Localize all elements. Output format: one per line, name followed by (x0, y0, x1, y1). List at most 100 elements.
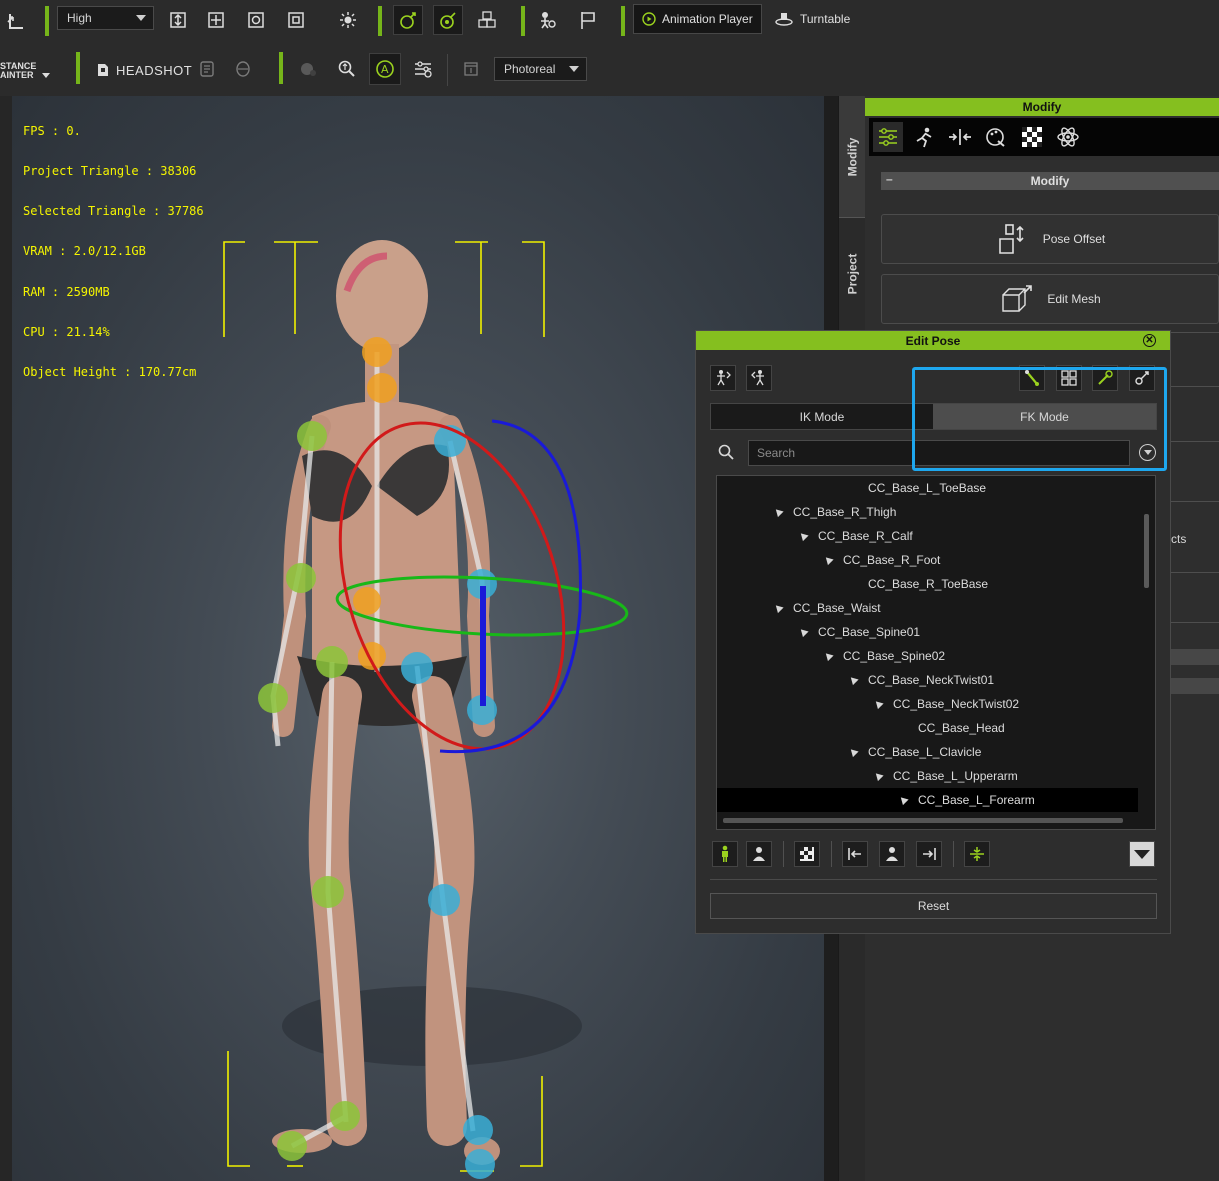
project-home-icon[interactable] (2, 7, 30, 35)
tab-project[interactable]: Project (839, 218, 866, 330)
tree-row[interactable]: CC_Base_L_Forearm (717, 788, 1138, 812)
animation-player-button[interactable]: Animation Player (633, 4, 762, 34)
expand-triangle-icon[interactable] (822, 649, 834, 661)
modify-icon-bar (869, 118, 1219, 156)
panel-divider (1167, 501, 1219, 502)
toolbar-separator (521, 6, 525, 36)
render-mode-value: Photoreal (504, 62, 556, 76)
auto-pose-icon[interactable]: A (369, 53, 401, 85)
turntable-button[interactable]: Turntable (766, 4, 858, 34)
expand-triangle-icon[interactable] (872, 769, 884, 781)
headshot-label: HEADSHOT (116, 62, 193, 78)
tree-row[interactable]: CC_Base_NeckTwist02 (717, 692, 1138, 716)
panel-divider (1167, 386, 1219, 387)
search-options-button[interactable] (1139, 444, 1156, 461)
material-palette-icon[interactable] (981, 122, 1011, 152)
tree-row[interactable]: CC_Base_Spine01 (717, 620, 1138, 644)
texture-checker-icon[interactable] (1017, 122, 1047, 152)
expand-triangle-icon[interactable] (847, 673, 859, 685)
collapsed-section[interactable] (1167, 678, 1219, 694)
rotate-view-icon[interactable] (242, 6, 270, 34)
expand-triangle-icon[interactable] (772, 601, 784, 613)
close-icon[interactable]: ✕ (1143, 334, 1156, 347)
tree-row[interactable]: CC_Base_Head (717, 716, 1138, 740)
tree-row[interactable]: CC_Base_Spine02 (717, 644, 1138, 668)
expand-triangle-icon[interactable] (772, 505, 784, 517)
pose-offset-button[interactable]: Pose Offset (881, 214, 1219, 264)
view-gizmo-icon[interactable] (433, 5, 463, 35)
tree-row[interactable]: CC_Base_R_Calf (717, 524, 1138, 548)
mirror-to-right-icon[interactable] (916, 841, 942, 867)
expand-triangle-icon[interactable] (897, 793, 909, 805)
modify-settings-icon[interactable] (873, 122, 903, 152)
quality-select[interactable]: High (57, 6, 154, 30)
pose-mirror-left-icon[interactable] (710, 365, 736, 391)
expand-triangle-icon[interactable] (797, 625, 809, 637)
tree-row[interactable]: CC_Base_R_Foot (717, 548, 1138, 572)
settings-sliders-icon[interactable] (409, 55, 437, 83)
align-icon[interactable] (945, 122, 975, 152)
head-icon[interactable] (229, 55, 257, 83)
expand-triangle-icon[interactable] (872, 697, 884, 709)
fit-height-icon[interactable] (164, 6, 192, 34)
effector-icon[interactable] (1092, 365, 1118, 391)
chevron-down-icon[interactable] (42, 73, 50, 78)
full-body-icon[interactable] (712, 841, 738, 867)
face-scan-icon[interactable] (193, 55, 221, 83)
edit-mesh-button[interactable]: Edit Mesh (881, 274, 1219, 324)
vertical-scrollbar[interactable] (1144, 514, 1149, 588)
pose-offset-label: Pose Offset (1042, 232, 1106, 246)
page-icon[interactable] (457, 55, 485, 83)
tree-row[interactable]: CC_Base_L_Clavicle (717, 740, 1138, 764)
mirror-pose-icon[interactable] (879, 841, 905, 867)
tree-row-label: CC_Base_Spine02 (843, 649, 946, 663)
transform-gizmo-icon[interactable] (393, 5, 423, 35)
motion-icon[interactable] (909, 122, 939, 152)
physics-atom-icon[interactable] (1053, 122, 1083, 152)
texture-pose-icon[interactable] (794, 841, 820, 867)
toolbar-separator (783, 841, 784, 867)
instance-painter-button[interactable]: STANCE AINTER (0, 62, 36, 80)
bone-pick-icon[interactable] (1019, 365, 1045, 391)
tree-row-label: CC_Base_L_Forearm (918, 793, 1035, 807)
upper-body-icon[interactable] (746, 841, 772, 867)
bone-settings-icon[interactable] (1129, 365, 1155, 391)
collapsed-section[interactable] (1167, 649, 1219, 665)
cubes-icon[interactable] (473, 6, 501, 34)
expand-triangle-icon[interactable] (797, 529, 809, 541)
expand-options-icon[interactable] (1129, 841, 1155, 867)
toolbar-separator (621, 6, 625, 36)
toolbar-separator (279, 52, 283, 84)
tab-modify[interactable]: Modify (839, 96, 866, 218)
reset-button[interactable]: Reset (710, 893, 1157, 919)
render-mode-select[interactable]: Photoreal (494, 57, 587, 81)
edit-pose-title-bar[interactable]: Edit Pose ✕ (696, 331, 1170, 350)
tree-row[interactable]: CC_Base_NeckTwist01 (717, 668, 1138, 692)
tree-row[interactable]: CC_Base_Waist (717, 596, 1138, 620)
quality-select-value: High (67, 11, 92, 25)
tab-fk-mode[interactable]: FK Mode (933, 404, 1156, 429)
center-align-icon[interactable] (964, 841, 990, 867)
search-zoom-icon[interactable] (333, 55, 361, 83)
material-icon[interactable] (294, 55, 322, 83)
tree-row[interactable]: CC_Base_R_ToeBase (717, 572, 1138, 596)
mirror-to-left-icon[interactable] (842, 841, 868, 867)
tab-ik-mode[interactable]: IK Mode (711, 404, 933, 429)
tree-row[interactable]: CC_Base_R_Thigh (717, 500, 1138, 524)
light-icon[interactable] (334, 6, 362, 34)
bone-search-input[interactable] (748, 440, 1130, 466)
tree-row[interactable]: CC_Base_L_ToeBase (717, 476, 1138, 500)
move-view-icon[interactable] (202, 6, 230, 34)
expand-triangle-icon[interactable] (822, 553, 834, 565)
pose-mirror-right-icon[interactable] (746, 365, 772, 391)
collapse-icon[interactable]: – (886, 172, 893, 186)
grid-select-icon[interactable] (1056, 365, 1082, 391)
tree-row[interactable]: CC_Base_L_Upperarm (717, 764, 1138, 788)
expand-triangle-icon[interactable] (847, 745, 859, 757)
modify-section-header[interactable]: – Modify (881, 172, 1219, 190)
flag-icon[interactable] (574, 6, 602, 34)
headshot-button[interactable]: HEADSHOT (86, 55, 200, 85)
zoom-view-icon[interactable] (282, 6, 310, 34)
horizontal-scrollbar[interactable] (723, 818, 1123, 823)
actor-pick-icon[interactable] (533, 6, 561, 34)
